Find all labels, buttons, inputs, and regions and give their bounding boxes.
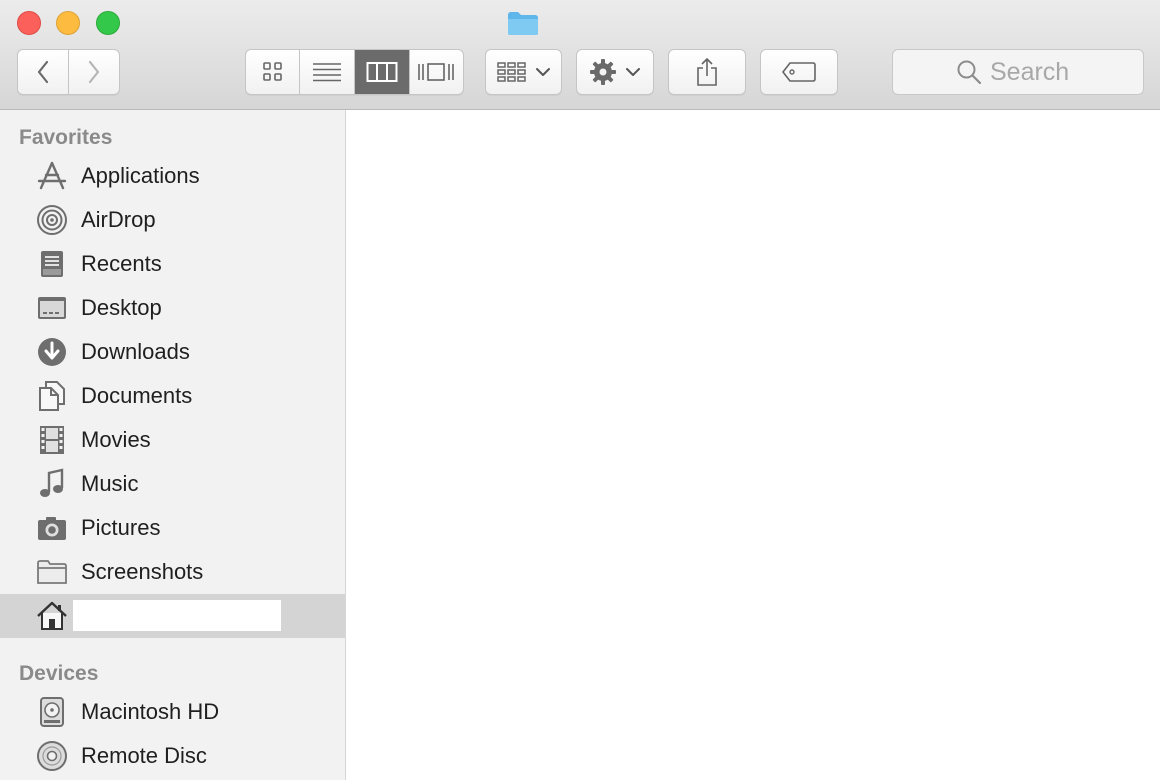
sidebar-item-pictures[interactable]: Pictures (0, 506, 345, 550)
home-icon (37, 601, 67, 630)
navigation-buttons (17, 49, 120, 95)
downloads-icon (38, 338, 66, 366)
chevron-down-icon (626, 68, 640, 76)
sidebar: Favorites Applications AirDrop Recents D… (0, 110, 346, 780)
sidebar-item-macintosh-hd[interactable]: Macintosh HD (0, 690, 345, 734)
columns-icon (366, 62, 398, 82)
home-item-name-redacted (73, 600, 281, 631)
sidebar-item-label: AirDrop (81, 207, 156, 232)
arrange-grid-icon (496, 62, 526, 82)
sidebar-item-home[interactable] (0, 594, 345, 638)
tag-icon (782, 62, 816, 82)
back-button[interactable] (18, 50, 68, 94)
sidebar-item-movies[interactable]: Movies (0, 418, 345, 462)
minimize-button[interactable] (56, 11, 80, 35)
movies-icon (40, 426, 64, 454)
sidebar-item-label: Recents (81, 251, 162, 276)
sidebar-item-recents[interactable]: Recents (0, 242, 345, 286)
music-icon (40, 468, 64, 497)
sidebar-item-label: Pictures (81, 515, 161, 540)
arrange-button[interactable] (485, 49, 562, 95)
sidebar-section-favorites: Favorites (19, 126, 113, 149)
share-icon (697, 58, 717, 86)
tags-button[interactable] (760, 49, 838, 95)
sidebar-item-label: Music (81, 471, 139, 496)
sidebar-item-label: Screenshots (81, 559, 204, 584)
sidebar-item-applications[interactable]: Applications (0, 154, 345, 198)
pictures-icon (38, 517, 66, 540)
sidebar-item-screenshots[interactable]: Screenshots (0, 550, 345, 594)
toolbar (0, 0, 1160, 110)
sidebar-item-label: Documents (81, 383, 193, 408)
view-mode-control (245, 49, 464, 95)
search-input[interactable] (990, 57, 1080, 87)
search-icon (957, 60, 982, 85)
sidebar-item-airdrop[interactable]: AirDrop (0, 198, 345, 242)
hard-drive-icon (40, 697, 64, 727)
chevron-down-icon (535, 68, 550, 76)
sidebar-item-label: Desktop (81, 295, 162, 320)
sidebar-item-label: Applications (81, 163, 200, 188)
zoom-button[interactable] (96, 11, 120, 35)
column-view-button[interactable] (354, 50, 409, 94)
sidebar-item-desktop[interactable]: Desktop (0, 286, 345, 330)
share-button[interactable] (668, 49, 746, 95)
sidebar-item-music[interactable]: Music (0, 462, 345, 506)
documents-icon (39, 381, 65, 411)
sidebar-item-label: Movies (81, 427, 151, 452)
list-view-button[interactable] (299, 50, 354, 94)
finder-window: Favorites Applications AirDrop (0, 0, 1160, 780)
list-icon (313, 63, 342, 82)
forward-button[interactable] (68, 50, 119, 94)
sidebar-item-label: Remote Disc (81, 743, 207, 768)
cover-flow-icon (418, 63, 455, 81)
icon-view-button[interactable] (246, 50, 299, 94)
sidebar-item-documents[interactable]: Documents (0, 374, 345, 418)
sidebar-item-remote-disc[interactable]: Remote Disc (0, 734, 345, 778)
folder-icon (37, 560, 67, 584)
search-field[interactable] (892, 49, 1144, 95)
grid-icon (262, 62, 282, 81)
recents-icon (41, 251, 63, 277)
chevron-right-icon (88, 60, 100, 84)
disc-icon (37, 741, 67, 771)
file-browser-content[interactable] (346, 110, 1160, 780)
gallery-view-button[interactable] (408, 50, 463, 94)
sidebar-item-label: Macintosh HD (81, 699, 220, 724)
sidebar-item-label: Downloads (81, 339, 190, 364)
sidebar-section-devices: Devices (19, 662, 99, 685)
airdrop-icon (37, 205, 67, 235)
desktop-icon (38, 297, 66, 319)
chevron-left-icon (37, 60, 49, 84)
action-button[interactable] (576, 49, 654, 95)
sidebar-item-downloads[interactable]: Downloads (0, 330, 345, 374)
close-button[interactable] (17, 11, 41, 35)
folder-icon (508, 12, 538, 35)
gear-icon (590, 59, 616, 85)
applications-icon (37, 161, 67, 190)
